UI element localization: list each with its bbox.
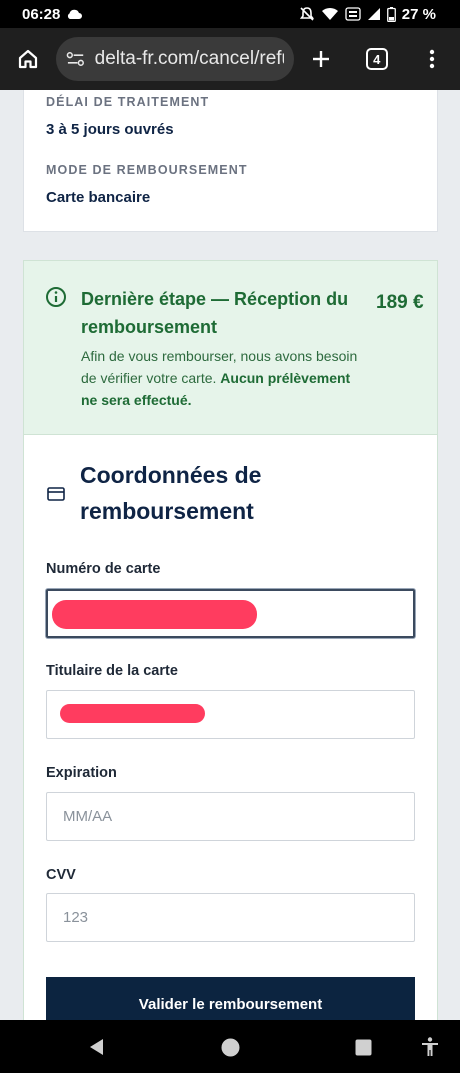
status-bar: 06:28 27 % (0, 0, 460, 28)
tab-switcher-button[interactable]: 4 (349, 28, 405, 90)
banner-title: Dernière étape — Réception du remboursem… (81, 289, 349, 337)
url-text: delta-fr.com/cancel/refu (94, 48, 284, 69)
expiration-label: Expiration (46, 765, 117, 781)
refund-amount: 189 € (376, 292, 424, 313)
tab-count: 4 (365, 48, 388, 70)
system-nav-bar (0, 1020, 460, 1073)
signal-icon (367, 8, 380, 20)
submit-refund-button[interactable]: Valider le remboursement (46, 977, 415, 1020)
cvv-input[interactable] (46, 893, 415, 942)
battery-level: 27 % (401, 5, 436, 23)
status-left: 06:28 (22, 5, 83, 23)
overflow-menu-button[interactable] (405, 28, 460, 90)
cloud-icon (68, 9, 83, 19)
home-button[interactable] (0, 28, 56, 90)
more-vertical-icon (430, 49, 435, 69)
plus-icon (313, 51, 330, 67)
processing-label: DÉLAI DE TRAITEMENT (46, 95, 210, 109)
section-title: Coordonnées de remboursement (80, 462, 262, 524)
recents-icon[interactable] (355, 1039, 372, 1056)
banner-description: Afin de vous rembourser, nous avons beso… (81, 345, 366, 411)
processing-value: 3 à 5 jours ouvrés (46, 121, 174, 138)
wifi-icon (321, 7, 338, 20)
cvv-label: CVV (46, 867, 76, 883)
browser-toolbar: delta-fr.com/cancel/refu 4 (0, 28, 460, 90)
home-icon (18, 49, 37, 69)
credit-card-icon (47, 487, 65, 501)
home-circle-icon[interactable] (221, 1038, 240, 1057)
cardholder-label: Titulaire de la carte (46, 663, 178, 679)
page-content: DÉLAI DE TRAITEMENT 3 à 5 jours ouvrés M… (0, 90, 460, 1020)
method-value: Carte bancaire (46, 189, 151, 206)
clock: 06:28 (22, 5, 61, 23)
cardholder-input[interactable] (46, 690, 415, 739)
method-label: MODE DE REMBOURSEMENT (46, 163, 248, 177)
mute-icon (299, 7, 314, 21)
refund-form-card: Dernière étape — Réception du remboursem… (23, 260, 438, 1020)
refund-summary-card: DÉLAI DE TRAITEMENT 3 à 5 jours ouvrés M… (23, 90, 438, 232)
card-number-label: Numéro de carte (46, 561, 161, 577)
site-settings-icon[interactable] (66, 51, 85, 67)
accessibility-icon[interactable] (421, 1037, 439, 1057)
back-icon[interactable] (88, 1038, 106, 1056)
address-bar[interactable]: delta-fr.com/cancel/refu (55, 37, 294, 81)
battery-icon (386, 6, 396, 22)
info-circle-icon (46, 287, 66, 307)
card-number-input[interactable] (46, 589, 415, 638)
volte-icon (345, 7, 361, 21)
new-tab-button[interactable] (294, 28, 350, 90)
status-right: 27 % (299, 6, 436, 23)
expiration-input[interactable] (46, 792, 415, 841)
last-step-banner: Dernière étape — Réception du remboursem… (24, 261, 437, 435)
